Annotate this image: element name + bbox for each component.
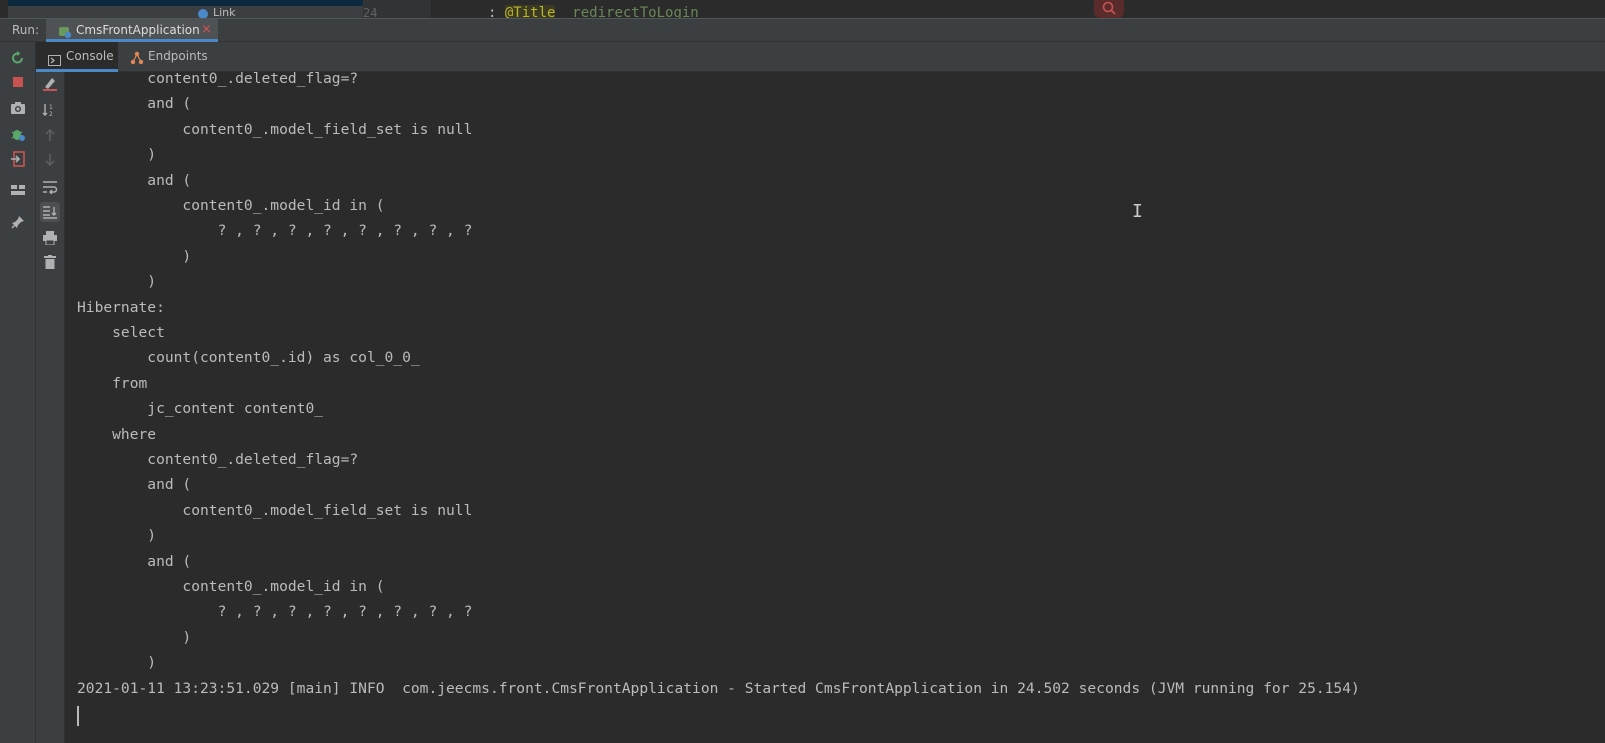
console-line: where <box>77 425 157 443</box>
debug-bug-icon[interactable] <box>8 124 28 144</box>
run-label: Run: <box>12 23 40 37</box>
console-line: ) <box>77 247 192 265</box>
console-line: Hibernate: <box>77 298 174 316</box>
ibeam-cursor-icon: I <box>1132 201 1143 222</box>
run-main-toolbar <box>0 42 36 743</box>
tab-endpoints[interactable]: Endpoints <box>128 42 228 72</box>
run-tab-cmsfrontapplication[interactable]: CmsFrontApplication × <box>46 19 218 42</box>
line-number: 24 <box>363 6 378 18</box>
project-tree[interactable]: Link <box>8 0 363 18</box>
console-line: content0_.model_id in ( <box>77 578 385 595</box>
console-line: ) <box>77 273 157 291</box>
camera-icon[interactable] <box>8 98 28 118</box>
console-line: from <box>77 374 148 392</box>
arrow-up-icon[interactable] <box>40 125 60 145</box>
search-icon[interactable] <box>1094 0 1124 18</box>
console-line: content0_.model_id in ( <box>77 197 385 214</box>
trash-icon[interactable] <box>40 252 60 272</box>
text-caret <box>77 706 79 726</box>
tree-node-icon <box>198 9 208 18</box>
code-annotation: @Title <box>504 5 556 18</box>
console-line: ? , ? , ? , ? , ? , ? , ? , ? <box>77 603 473 621</box>
stop-icon[interactable] <box>8 72 28 92</box>
sort-icon[interactable]: 12 <box>40 100 60 120</box>
rerun-icon[interactable] <box>8 48 28 68</box>
console-line: and ( <box>77 476 192 494</box>
editor-gutter: 24 <box>363 0 431 18</box>
close-icon[interactable]: × <box>201 22 212 37</box>
print-icon[interactable] <box>40 228 60 248</box>
console-secondary-toolbar: 12 <box>36 72 65 743</box>
console-line: and ( <box>77 95 192 113</box>
console-line: and ( <box>77 552 192 570</box>
console-line: ) <box>77 527 157 545</box>
tab-console[interactable]: Console <box>36 42 118 72</box>
editor-code-line[interactable]: : @Title redirectToLogin <box>488 5 699 18</box>
console-line: ) <box>77 628 192 646</box>
svg-text:2: 2 <box>49 111 53 117</box>
console-output[interactable]: I content0_.deleted_flag=? and ( content… <box>65 72 1605 743</box>
tree-selection <box>8 0 363 6</box>
editor-strip: Link 24 : @Title redirectToLogin <box>0 0 1605 18</box>
endpoints-icon <box>130 50 144 69</box>
console-line: content0_.model_field_set is null <box>77 120 473 138</box>
console-line: ) <box>77 146 157 164</box>
run-tab-label: CmsFrontApplication <box>76 23 200 37</box>
console-line: jc_content content0_ <box>77 400 332 418</box>
console-tabs-bar: Console Endpoints <box>36 42 1605 72</box>
console-line: select <box>77 324 165 341</box>
tab-endpoints-label: Endpoints <box>148 49 208 63</box>
spring-app-icon <box>58 24 72 43</box>
run-toolwindow-header: Run: CmsFrontApplication × <box>0 18 1605 42</box>
tab-console-label: Console <box>66 49 114 63</box>
arrow-down-icon[interactable] <box>40 150 60 170</box>
console-line: count(content0_.id) as col_0_0_ <box>77 349 429 367</box>
console-line: and ( <box>77 171 192 189</box>
svg-text:1: 1 <box>49 104 53 111</box>
scroll-to-end-icon[interactable] <box>40 202 60 222</box>
clear-marker-icon[interactable] <box>40 74 60 94</box>
console-icon <box>48 51 61 70</box>
code-string: redirectToLogin <box>572 5 699 18</box>
console-line: content0_.deleted_flag=? <box>77 451 359 468</box>
console-line: ) <box>77 654 157 672</box>
console-line: 2021-01-11 13:23:51.029 [main] INFO com.… <box>77 679 1360 697</box>
console-line: content0_.model_field_set is null <box>77 501 473 519</box>
layout-icon[interactable] <box>8 180 28 200</box>
exit-icon[interactable] <box>8 149 28 169</box>
console-line: ? , ? , ? , ? , ? , ? , ? , ? <box>77 222 473 240</box>
soft-wrap-icon[interactable] <box>40 177 60 197</box>
console-line: content0_.deleted_flag=? <box>77 72 359 87</box>
tree-item-label[interactable]: Link <box>213 6 236 18</box>
pin-icon[interactable] <box>8 212 28 232</box>
